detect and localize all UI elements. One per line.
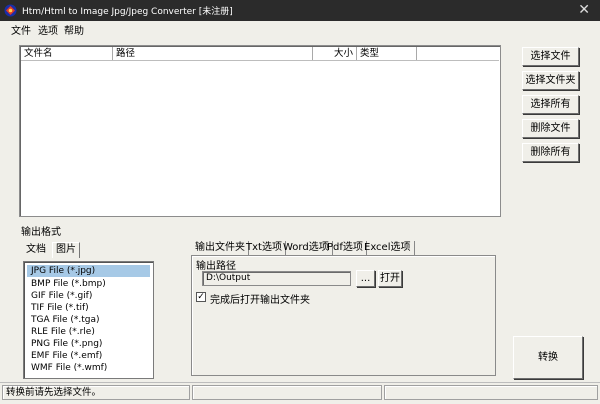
tab-txt-options[interactable]: Txt选项 (246, 241, 286, 256)
menu-file[interactable]: 文件 (11, 22, 31, 37)
format-item[interactable]: RLE File (*.rle) (27, 326, 150, 338)
menu-help[interactable]: 帮助 (64, 22, 84, 37)
status-message: 转换前请先选择文件。 (2, 385, 190, 400)
delete-all-button[interactable]: 删除所有 (522, 143, 579, 162)
convert-button[interactable]: 转换 (513, 336, 583, 379)
format-list[interactable]: JPG File (*.jpg) BMP File (*.bmp) GIF Fi… (23, 261, 154, 379)
tab-image[interactable]: 图片 (52, 242, 80, 258)
tab-document[interactable]: 文档 (26, 243, 46, 258)
format-item[interactable]: EMF File (*.emf) (27, 350, 150, 362)
menu-options[interactable]: 选项 (38, 22, 58, 37)
select-folder-button[interactable]: 选择文件夹 (522, 71, 579, 90)
tab-excel-options[interactable]: Excel选项 (364, 241, 415, 256)
format-item[interactable]: PNG File (*.png) (27, 338, 150, 350)
open-after-checkbox[interactable]: ✓ (196, 292, 206, 302)
menu-bar: 文件 选项 帮助 (0, 21, 600, 37)
format-item[interactable]: TGA File (*.tga) (27, 314, 150, 326)
format-item[interactable]: GIF File (*.gif) (27, 290, 150, 302)
select-file-button[interactable]: 选择文件 (522, 47, 579, 66)
status-bar: 转换前请先选择文件。 (0, 382, 600, 404)
tab-word-options[interactable]: Word选项 (283, 241, 333, 256)
browse-button[interactable]: ... (356, 270, 375, 287)
file-list[interactable]: 文件名 路径 大小 类型 (19, 45, 501, 217)
window-title: Htm/Html to Image Jpg/Jpeg Converter [未注… (22, 7, 233, 17)
tab-output-folder[interactable]: 输出文件夹 (195, 241, 249, 256)
format-item[interactable]: TIF File (*.tif) (27, 302, 150, 314)
format-item[interactable]: WMF File (*.wmf) (27, 362, 150, 374)
open-folder-button[interactable]: 打开 (378, 270, 402, 287)
main-window: Htm/Html to Image Jpg/Jpeg Converter [未注… (0, 0, 600, 404)
app-icon (4, 4, 17, 17)
column-path[interactable]: 路径 (113, 47, 313, 60)
delete-file-button[interactable]: 删除文件 (522, 119, 579, 138)
tab-pdf-options[interactable]: Pdf选项 (327, 241, 367, 256)
format-item[interactable]: BMP File (*.bmp) (27, 278, 150, 290)
format-item[interactable]: JPG File (*.jpg) (27, 265, 150, 277)
column-filename[interactable]: 文件名 (21, 47, 113, 60)
select-all-button[interactable]: 选择所有 (522, 95, 579, 114)
status-cell-3 (384, 385, 598, 400)
column-size[interactable]: 大小 (313, 47, 357, 60)
output-format-label: 输出格式 (21, 227, 61, 238)
open-after-label: 完成后打开输出文件夹 (210, 295, 310, 306)
output-path-input[interactable]: D:\Output (202, 271, 351, 286)
close-icon[interactable]: ✕ (578, 2, 590, 18)
output-path-label: 输出路径 (196, 261, 236, 272)
title-bar: Htm/Html to Image Jpg/Jpeg Converter [未注… (0, 0, 600, 21)
status-cell-2 (192, 385, 382, 400)
column-type[interactable]: 类型 (357, 47, 417, 60)
file-list-header: 文件名 路径 大小 类型 (21, 47, 499, 61)
